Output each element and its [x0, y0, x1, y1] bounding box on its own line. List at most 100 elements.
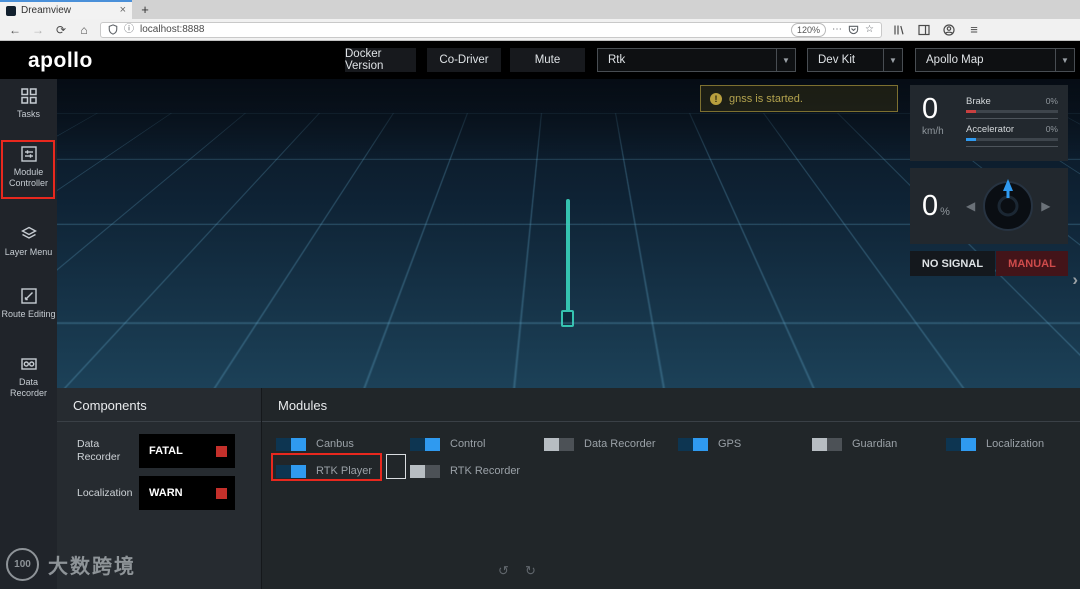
notification-text: gnss is started.: [729, 92, 803, 105]
accelerator-gauge: Accelerator 0%: [966, 124, 1058, 147]
data-recorder-toggle[interactable]: [544, 437, 574, 451]
module-label: Control: [450, 438, 486, 450]
chevron-down-icon[interactable]: ▼: [776, 49, 795, 71]
route-editing-icon: [0, 287, 57, 305]
bottom-panel: Components Data Recorder FATAL Localizat…: [57, 388, 1080, 589]
module-controller-icon: [0, 145, 57, 163]
steering-wheel-icon: [979, 175, 1037, 238]
vehicle-value: Dev Kit: [818, 54, 856, 66]
chevron-down-icon[interactable]: ▼: [883, 49, 902, 71]
component-row: Localization WARN: [69, 476, 249, 510]
brake-gauge: Brake 0%: [966, 96, 1058, 119]
setup-mode-value: Rtk: [608, 54, 626, 66]
vehicle-dropdown[interactable]: Dev Kit ▼: [807, 48, 903, 72]
chevron-down-icon[interactable]: ▼: [1055, 49, 1074, 71]
module-label: RTK Recorder: [450, 465, 521, 477]
layer-menu-icon: [0, 225, 57, 243]
account-icon[interactable]: [941, 23, 957, 36]
status-text: WARN: [149, 487, 183, 499]
apollo-header: apollo Docker Version Co-Driver Mute Rtk…: [0, 41, 1080, 79]
guardian-toggle[interactable]: [812, 437, 842, 451]
browser-tab[interactable]: Dreamview ×: [0, 0, 132, 19]
watermark: 100 大数跨境: [6, 548, 136, 581]
turn-left-arrow-icon: ◀: [966, 199, 976, 213]
steering-value: 0: [922, 189, 939, 222]
steering-card: 0% ◀ ▶: [910, 168, 1068, 244]
brake-value: 0%: [1045, 96, 1058, 106]
sidebar-item-layer-menu[interactable]: Layer Menu: [0, 225, 57, 258]
module-item-guardian: Guardian: [812, 434, 946, 454]
module-label: GPS: [718, 438, 742, 450]
mute-button[interactable]: Mute: [510, 48, 585, 72]
module-item-control: Control: [410, 434, 544, 454]
component-row: Data Recorder FATAL: [69, 434, 249, 468]
sidebar-item-label: Module Controller: [8, 167, 48, 188]
shield-icon[interactable]: [108, 24, 118, 35]
module-item-canbus: Canbus: [276, 434, 410, 454]
setup-mode-dropdown[interactable]: Rtk ▼: [597, 48, 796, 72]
signal-status-badge: NO SIGNAL: [910, 251, 995, 276]
tab-close-icon[interactable]: ×: [120, 5, 126, 16]
module-item-localization: Localization: [946, 434, 1080, 454]
zoom-level-badge[interactable]: 120%: [791, 22, 827, 37]
sidebar-item-route-editing[interactable]: Route Editing: [0, 287, 57, 320]
localization-toggle[interactable]: [946, 437, 976, 451]
co-driver-button[interactable]: Co-Driver: [427, 48, 501, 72]
ego-trajectory-line: [566, 199, 570, 315]
sidebar: Tasks Module Controller Layer Menu Route…: [0, 79, 57, 589]
module-item-gps: GPS: [678, 434, 812, 454]
pocket-icon[interactable]: [848, 24, 859, 35]
components-title: Components: [57, 388, 261, 422]
canbus-toggle[interactable]: [276, 437, 306, 451]
reload-icon[interactable]: ⟳: [54, 24, 68, 36]
browser-nav-bar: ← → ⟳ ⌂ ⓘ localhost:8888 120% ⋯ ☆ ≡: [0, 19, 1080, 41]
turn-right-arrow-icon: ▶: [1041, 199, 1051, 213]
scene-3d-view[interactable]: ! gnss is started. 0 km/h Brake 0% Accele…: [57, 79, 1080, 388]
map-value: Apollo Map: [926, 54, 984, 66]
modules-title: Modules: [262, 388, 1080, 422]
library-icon[interactable]: [891, 24, 907, 36]
module-item-data-recorder: Data Recorder: [544, 434, 678, 454]
page-actions-icon[interactable]: ⋯: [832, 24, 842, 35]
warning-icon: !: [710, 92, 722, 105]
dashboard: 0 km/h Brake 0% Accelerator 0% 0% ◀ ▶ NO…: [910, 85, 1068, 276]
module-label: Canbus: [316, 438, 354, 450]
new-tab-button[interactable]: +: [132, 0, 158, 19]
sidebar-toggle-icon[interactable]: [916, 24, 932, 36]
browser-tab-bar: Dreamview × +: [0, 0, 1080, 19]
sidebar-item-label: Data Recorder: [9, 377, 47, 398]
url-bar[interactable]: ⓘ localhost:8888 120% ⋯ ☆: [100, 21, 882, 38]
data-recorder-icon: [0, 355, 57, 373]
module-label: Data Recorder: [584, 438, 656, 450]
tab-favicon: [6, 5, 16, 16]
speed-unit: km/h: [922, 126, 944, 137]
gps-toggle[interactable]: [678, 437, 708, 451]
url-text[interactable]: localhost:8888: [140, 24, 785, 35]
site-info-icon[interactable]: ⓘ: [124, 24, 134, 35]
status-indicator-square: [216, 487, 227, 499]
rotate-left-icon[interactable]: ↺: [498, 564, 509, 577]
rotate-right-icon[interactable]: ↻: [525, 564, 536, 577]
docker-version-button[interactable]: Docker Version: [345, 48, 416, 72]
rtk-recorder-toggle[interactable]: [410, 464, 440, 478]
control-toggle[interactable]: [410, 437, 440, 451]
panel-expand-chevron[interactable]: ›: [1072, 270, 1078, 290]
sidebar-item-module-controller[interactable]: Module Controller: [0, 145, 57, 189]
sidebar-item-label: Route Editing: [1, 309, 56, 319]
bookmark-star-icon[interactable]: ☆: [865, 24, 874, 35]
rtk-player-toggle[interactable]: [276, 464, 306, 478]
tab-title: Dreamview: [21, 5, 72, 16]
hamburger-menu-icon[interactable]: ≡: [966, 22, 982, 37]
back-icon[interactable]: ←: [8, 24, 22, 36]
module-item-rtk-recorder: RTK Recorder: [410, 461, 544, 481]
forward-icon[interactable]: →: [31, 24, 45, 36]
drive-mode-badge: MANUAL: [995, 251, 1068, 276]
tasks-icon: [0, 87, 57, 105]
home-icon[interactable]: ⌂: [77, 24, 91, 36]
modules-panel: Modules Canbus Control Data Recorder GPS: [261, 388, 1080, 589]
map-dropdown[interactable]: Apollo Map ▼: [915, 48, 1075, 72]
sidebar-item-data-recorder[interactable]: Data Recorder: [0, 355, 57, 399]
brake-label: Brake: [966, 96, 991, 107]
speed-card: 0 km/h Brake 0% Accelerator 0%: [910, 85, 1068, 161]
sidebar-item-tasks[interactable]: Tasks: [0, 87, 57, 120]
